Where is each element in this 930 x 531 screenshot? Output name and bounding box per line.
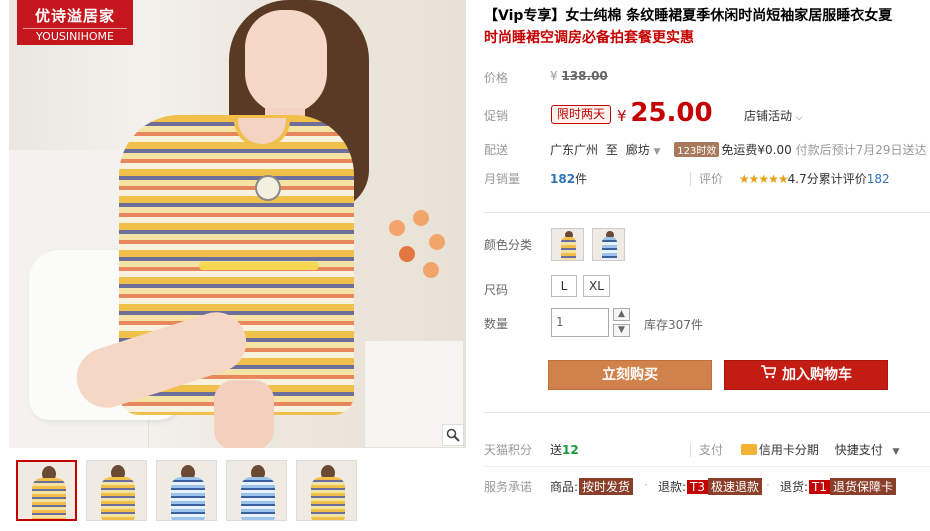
promise-refund-tag: 极速退款 <box>708 478 763 495</box>
currency: ¥ <box>617 107 627 125</box>
product-title: 【Vip专享】女士纯棉 条纹睡裙夏季休闲时尚短袖家居服睡衣女夏 时尚睡裙空调房必… <box>484 5 930 49</box>
points-value: 送12 <box>550 441 579 458</box>
quantity-increase[interactable]: ▲ <box>613 308 630 321</box>
color-swatch[interactable] <box>592 228 625 261</box>
chevron-down-icon: ▼ <box>653 147 661 157</box>
payment-info: 支付 信用卡分期 快捷支付 ▼ <box>690 441 899 458</box>
color-swatch[interactable] <box>551 228 584 261</box>
color-options <box>484 228 930 268</box>
zoom-icon[interactable] <box>442 424 464 446</box>
size-option[interactable]: XL <box>583 275 610 297</box>
quick-pay-label: 快捷支付 <box>834 443 883 457</box>
model-face <box>245 10 327 114</box>
timely-tag: 123时效 <box>674 142 720 157</box>
ship-to-select[interactable]: 廊坊 ▼ <box>626 143 661 157</box>
promise-label: 服务承诺 <box>484 480 533 494</box>
points-label: 天猫积分 <box>484 443 533 457</box>
rating-score: 4.7分 <box>787 172 819 186</box>
rating-stars: ★★★★★ <box>738 172 789 186</box>
add-to-cart-button[interactable]: 加入购物车 <box>724 360 888 390</box>
promo-price-value: 25.00 <box>630 98 713 128</box>
brand-logo: 优诗溢居家 YOUSINIHOME <box>17 0 133 45</box>
brand-name-en: YOUSINIHOME <box>23 28 127 43</box>
chevron-down-icon: ⌵ <box>795 113 803 123</box>
promise-return-code: T1 <box>809 480 831 494</box>
ship-to: 廊坊 <box>625 143 650 157</box>
points-amount: 12 <box>562 443 579 457</box>
delivery-info: 广东广州 至 廊坊 ▼ 123时效 免运费¥0.00 付款后预计7月29日送达 <box>550 141 926 158</box>
credit-installment[interactable]: 信用卡分期 <box>759 443 819 457</box>
credit-card-icon <box>740 444 757 455</box>
thumbnail[interactable] <box>86 460 147 521</box>
chevron-down-icon: ▼ <box>892 447 900 457</box>
promise-refund-code: T3 <box>687 480 709 494</box>
promise-return[interactable]: 退货: T1 退货保障卡 <box>780 478 897 495</box>
shop-activity-label: 店铺活动 <box>744 109 793 123</box>
pay-label: 支付 <box>690 443 724 457</box>
stock-count: 库存307件 <box>644 318 703 332</box>
main-product-image[interactable] <box>9 0 466 448</box>
total-reviews-link[interactable]: 182 <box>867 172 890 186</box>
price-label: 价格 <box>484 71 509 85</box>
rating-label: 评价 <box>690 172 724 186</box>
promise-return-tag: 退货保障卡 <box>830 478 897 495</box>
rating: 评价 ★★★★★4.7分累计评价182 <box>690 170 890 187</box>
separator-dot: · <box>644 478 648 492</box>
quantity-label: 数量 <box>484 317 509 331</box>
thumbnail[interactable] <box>296 460 357 521</box>
promise-refund[interactable]: 退款: T3 极速退款 <box>658 478 763 495</box>
divider <box>484 212 930 213</box>
promise-goods-label: 商品: <box>550 480 579 494</box>
promo-tag: 限时两天 <box>551 105 612 124</box>
points-send: 送 <box>550 443 563 457</box>
promise-refund-label: 退款: <box>658 480 687 494</box>
monthly-sales: 182件 <box>550 170 587 187</box>
cart-icon <box>760 361 777 389</box>
buy-now-button[interactable]: 立刻购买 <box>548 360 712 390</box>
shop-activity-dropdown[interactable]: 店铺活动 ⌵ <box>744 107 803 124</box>
title-line-1: 【Vip专享】女士纯棉 条纹睡裙夏季休闲时尚短袖家居服睡衣女夏 <box>484 8 893 24</box>
quantity-decrease[interactable]: ▼ <box>613 324 630 337</box>
size-option[interactable]: L <box>551 275 577 297</box>
size-label: 尺码 <box>484 283 509 297</box>
thumbnail-strip <box>16 460 357 521</box>
free-shipping: 免运费¥0.00 <box>721 143 792 157</box>
dress-belt <box>199 262 319 270</box>
model-leg <box>214 380 274 448</box>
currency: ¥ <box>550 69 558 83</box>
background-flowers <box>379 210 459 350</box>
promise-goods[interactable]: 商品: 按时发货 <box>550 478 634 495</box>
sales-count: 182 <box>550 172 576 186</box>
promo-label: 促销 <box>484 109 509 123</box>
sales-label: 月销量 <box>484 172 521 186</box>
promise-goods-tag: 按时发货 <box>579 478 634 495</box>
thumbnail[interactable] <box>156 460 217 521</box>
separator-dot: · <box>766 478 770 492</box>
total-reviews-label: 累计评价 <box>818 172 867 186</box>
quick-pay-dropdown[interactable]: 快捷支付 ▼ <box>835 443 900 457</box>
add-to-cart-label: 加入购物车 <box>782 367 852 383</box>
ship-to-word: 至 <box>605 143 618 157</box>
quantity-input[interactable]: 1 <box>551 308 609 337</box>
price-panel: 价格 ¥ 138.00 促销 限时两天 ¥ 25.00 店铺活动 ⌵ 配送 广东… <box>484 56 930 202</box>
original-price-value: 138.00 <box>561 69 608 83</box>
promise-return-label: 退货: <box>780 480 809 494</box>
sales-unit: 件 <box>575 172 588 186</box>
ship-from: 广东广州 <box>550 143 599 157</box>
promo-price: ¥ 25.00 <box>617 98 713 128</box>
thumbnail[interactable] <box>226 460 287 521</box>
delivery-eta: 付款后预计7月29日送达 <box>795 143 927 157</box>
divider <box>484 466 930 467</box>
divider <box>484 412 930 413</box>
original-price: ¥ 138.00 <box>550 69 608 83</box>
brand-name-cn: 优诗溢居家 <box>34 7 115 25</box>
thumbnail[interactable] <box>16 460 77 521</box>
dress-badge <box>255 175 281 201</box>
delivery-label: 配送 <box>484 143 509 157</box>
title-line-2: 时尚睡裙空调房必备拍套餐更实惠 <box>484 30 694 46</box>
